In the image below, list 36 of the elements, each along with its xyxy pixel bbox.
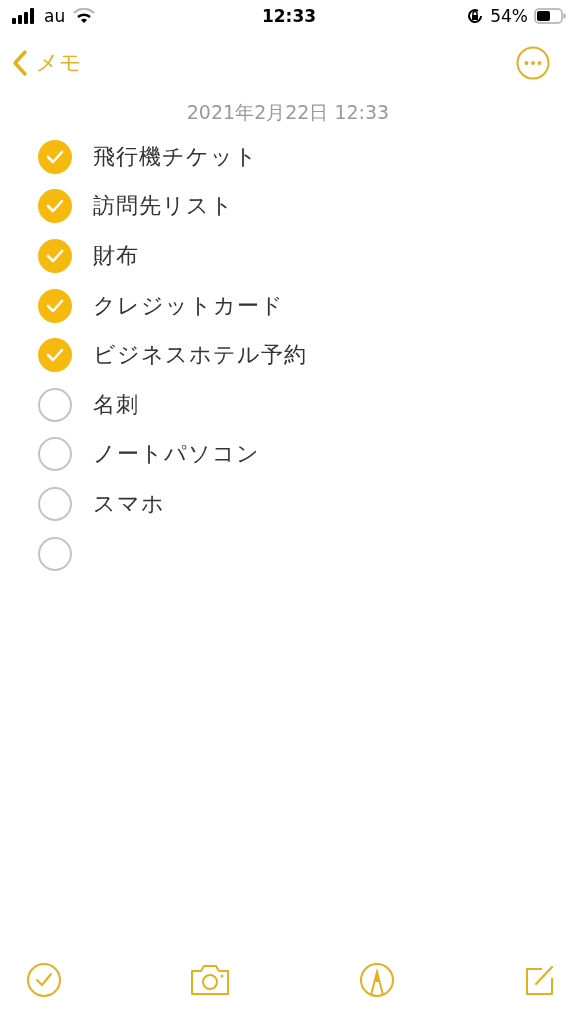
wifi-icon	[73, 8, 96, 24]
checklist-item-text: 名刺	[93, 390, 139, 419]
checkbox[interactable]	[38, 288, 72, 323]
checkmark-icon	[46, 348, 64, 363]
checkbox[interactable]	[38, 239, 72, 273]
checklist-item-text: クレジットカード	[93, 291, 284, 320]
checklist-item-text: 飛行機チケット	[93, 142, 258, 171]
checkbox[interactable]	[38, 486, 72, 521]
signal-icon	[12, 8, 36, 24]
checkbox[interactable]	[38, 437, 72, 472]
checkbox[interactable]	[38, 387, 72, 422]
camera-button[interactable]	[189, 963, 232, 997]
checkbox[interactable]	[38, 139, 72, 174]
checklist-button[interactable]	[26, 962, 62, 998]
carrier-name: au	[44, 6, 66, 26]
rotation-lock-icon	[466, 7, 485, 25]
note-date: 2021年2月22日 12:33	[185, 100, 391, 125]
checklist-item-text: 財布	[93, 242, 139, 270]
chevron-left-icon	[12, 49, 28, 77]
checklist-item-text: ビジネスホテル予約	[93, 341, 307, 370]
markup-button[interactable]	[358, 962, 395, 998]
checkmark-icon	[46, 298, 64, 313]
checkmark-icon	[46, 149, 64, 164]
checklist-item-text: 訪問先リスト	[93, 192, 234, 221]
back-button[interactable]: メモ	[12, 48, 82, 78]
checkbox[interactable]	[38, 338, 72, 373]
more-button[interactable]	[516, 46, 550, 80]
checkbox[interactable]	[38, 536, 72, 571]
checklist-item-text: スマホ	[93, 489, 165, 518]
battery-percent: 54%	[490, 6, 528, 26]
checkmark-icon	[46, 249, 64, 263]
checkmark-icon	[46, 199, 64, 214]
battery-icon	[534, 8, 566, 24]
checklist-item-text: ノートパソコン	[93, 440, 260, 469]
clock: 12:33	[261, 6, 317, 26]
checkbox[interactable]	[38, 189, 72, 224]
